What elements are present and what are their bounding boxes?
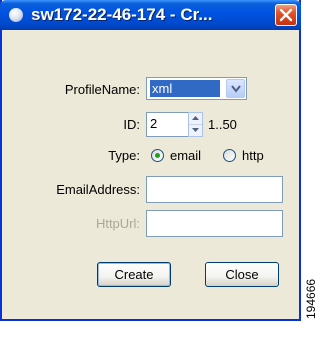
close-button[interactable]: Close [205, 262, 279, 287]
id-spinner-field[interactable]: 2 [146, 112, 189, 137]
arrow-up-icon [192, 116, 199, 120]
chevron-down-icon [231, 85, 241, 93]
email-label: EmailAddress: [56, 182, 140, 197]
http-url-field[interactable] [146, 210, 283, 237]
email-field[interactable] [146, 176, 283, 203]
app-icon [9, 8, 23, 22]
spin-up-button[interactable] [189, 113, 202, 125]
window-close-button[interactable] [275, 4, 297, 26]
figure-id-watermark: 194666 [304, 278, 318, 319]
dropdown-button[interactable] [226, 79, 245, 98]
spin-down-button[interactable] [189, 125, 202, 136]
id-label: ID: [123, 117, 140, 132]
http-url-label: HttpUrl: [95, 216, 140, 231]
type-label: Type: [108, 148, 140, 163]
radio-email[interactable] [151, 149, 164, 162]
arrow-down-icon [192, 128, 199, 132]
radio-selected-dot [155, 153, 160, 158]
radio-http[interactable] [223, 149, 236, 162]
id-range-hint: 1..50 [208, 117, 237, 132]
profile-name-label: ProfileName: [64, 82, 140, 97]
id-value: 2 [150, 116, 158, 131]
create-button[interactable]: Create [97, 262, 171, 287]
id-spinner-buttons [188, 112, 203, 137]
title-bar[interactable]: sw172-22-46-174 - Cr... [0, 0, 301, 30]
radio-http-label[interactable]: http [242, 148, 264, 164]
dialog-window: sw172-22-46-174 - Cr... ProfileName: xml… [0, 0, 301, 321]
close-icon [279, 8, 293, 22]
radio-email-label[interactable]: email [170, 148, 201, 164]
profile-name-select[interactable]: xml [146, 77, 247, 100]
profile-name-value: xml [150, 80, 220, 97]
window-title: sw172-22-46-174 - Cr... [31, 5, 213, 24]
